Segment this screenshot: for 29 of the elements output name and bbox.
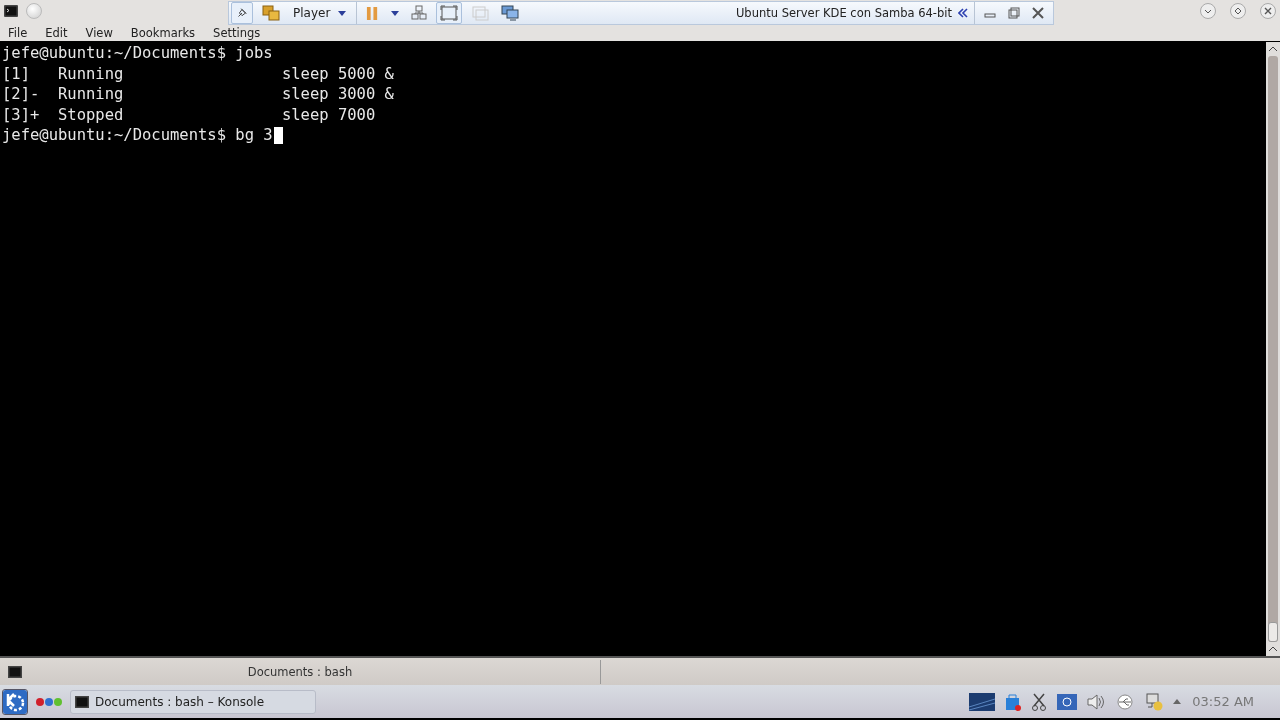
scrollbar[interactable] bbox=[1266, 42, 1280, 656]
collapse-icon[interactable] bbox=[1200, 3, 1216, 19]
menu-item[interactable]: File bbox=[8, 20, 28, 43]
terminal-line: [3]+ Stopped sleep 7000 bbox=[2, 105, 376, 124]
terminal-line: [2]- Running sleep 3000 & bbox=[2, 85, 394, 104]
scroll-up-icon[interactable] bbox=[1268, 646, 1278, 652]
clock: 03:52 AM bbox=[1191, 694, 1255, 709]
terminal-icon bbox=[4, 5, 18, 17]
menu-item[interactable]: Bookmarks bbox=[130, 20, 196, 43]
chevron-icon[interactable] bbox=[958, 8, 968, 18]
caret-icon bbox=[338, 10, 347, 16]
menu-item[interactable]: Settings bbox=[213, 20, 261, 43]
player-menu[interactable]: Player bbox=[289, 6, 351, 20]
terminal-icon bbox=[75, 695, 89, 708]
terminal-line: jefe@ubuntu:~/Documents$ bg 3 bbox=[2, 126, 273, 145]
terminal-line: jefe@ubuntu:~/Documents$ jobs bbox=[2, 44, 273, 63]
menu-item[interactable]: Edit bbox=[45, 20, 68, 43]
close-icon[interactable] bbox=[1260, 3, 1276, 19]
maximize-icon[interactable] bbox=[1230, 3, 1246, 19]
pin-icon[interactable] bbox=[231, 2, 253, 24]
menu-item[interactable]: View bbox=[85, 20, 113, 43]
vm-icon[interactable] bbox=[259, 3, 283, 23]
taskbar-task[interactable]: Documents : bash – Konsole bbox=[70, 689, 316, 714]
scroll-up-icon[interactable] bbox=[1268, 46, 1278, 52]
fullscreen-icon[interactable] bbox=[436, 2, 463, 24]
terminal-line: [1] Running sleep 5000 & bbox=[2, 64, 394, 83]
scroll-thumb[interactable] bbox=[1268, 622, 1278, 642]
vm-title: Ubuntu Server KDE con Samba 64-bit bbox=[735, 6, 952, 20]
kde-menu-icon[interactable] bbox=[2, 688, 28, 715]
